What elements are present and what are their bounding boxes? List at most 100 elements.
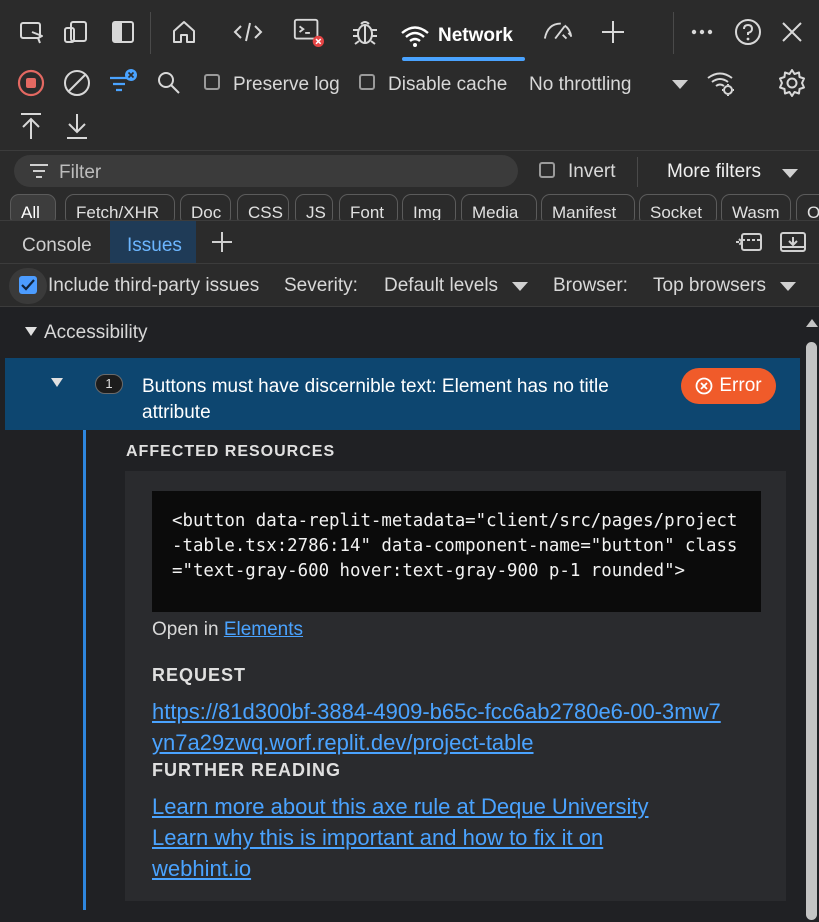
chip-font[interactable]: Font bbox=[339, 194, 398, 220]
filter-input[interactable]: Filter bbox=[14, 155, 518, 187]
expand-triangle-icon bbox=[51, 378, 63, 387]
scrollbar-thumb[interactable] bbox=[806, 342, 817, 920]
tab-issues[interactable]: Issues bbox=[127, 235, 182, 257]
bug-icon[interactable] bbox=[349, 16, 381, 48]
elements-link[interactable]: Elements bbox=[224, 619, 303, 640]
separator bbox=[150, 12, 151, 54]
tab-console[interactable]: Console bbox=[22, 235, 92, 257]
dock-side-icon[interactable] bbox=[107, 16, 139, 48]
request-heading: REQUEST bbox=[152, 665, 247, 685]
element-snippet: <button data-replit-metadata="client/src… bbox=[152, 491, 761, 612]
network-toolbar: Preserve log Disable cache No throttling bbox=[0, 62, 819, 104]
request-url-link[interactable]: https://81d300bf-3884-4909-b65c-fcc6ab27… bbox=[152, 696, 762, 758]
include-third-party-checkbox[interactable] bbox=[19, 276, 37, 294]
preserve-log-label: Preserve log bbox=[233, 74, 340, 95]
minimize-drawer-icon[interactable] bbox=[777, 229, 809, 255]
tab-network[interactable]: Network bbox=[400, 14, 525, 61]
console-error-icon[interactable] bbox=[292, 16, 324, 48]
clear-icon[interactable] bbox=[62, 68, 92, 98]
active-tab-indicator bbox=[402, 57, 525, 61]
export-har-icon[interactable] bbox=[62, 110, 92, 142]
webhint-link-line1: Learn why this is important and how to f… bbox=[152, 825, 604, 850]
chip-wasm[interactable]: Wasm bbox=[721, 194, 791, 220]
webhint-link-line2: webhint.io bbox=[152, 856, 252, 881]
more-filters-button[interactable]: More filters bbox=[667, 161, 761, 183]
open-in-label: Open in bbox=[152, 619, 219, 640]
separator bbox=[637, 157, 638, 187]
expand-triangle-icon bbox=[25, 327, 37, 336]
issue-row[interactable]: 1 Buttons must have discernible text: El… bbox=[5, 358, 800, 430]
chevron-down-icon[interactable] bbox=[672, 80, 688, 89]
request-url-line1: https://81d300bf-3884-4909-b65c-fcc6ab27… bbox=[152, 699, 721, 724]
issues-pane: Accessibility 1 Buttons must have discer… bbox=[0, 307, 802, 922]
filter-active-icon[interactable] bbox=[106, 66, 140, 98]
further-reading-heading: FURTHER READING bbox=[152, 760, 341, 780]
error-badge-label: Error bbox=[719, 375, 762, 396]
chevron-down-icon[interactable] bbox=[782, 169, 798, 178]
error-severity-badge: Error bbox=[681, 368, 776, 404]
wifi-icon bbox=[400, 24, 430, 48]
issue-details-indent-line bbox=[83, 430, 86, 910]
device-emulation-icon[interactable] bbox=[60, 16, 92, 48]
help-icon[interactable] bbox=[732, 16, 764, 48]
chip-socket[interactable]: Socket bbox=[639, 194, 717, 220]
error-icon bbox=[695, 377, 713, 395]
chevron-down-icon[interactable] bbox=[512, 282, 528, 291]
home-icon[interactable] bbox=[168, 16, 200, 48]
record-stop-icon[interactable] bbox=[16, 68, 46, 98]
more-options-icon[interactable] bbox=[686, 16, 718, 48]
drawer-tab-bar: Console Issues bbox=[0, 220, 819, 264]
filter-placeholder: Filter bbox=[59, 162, 102, 183]
network-toolbar-row2 bbox=[0, 104, 819, 150]
filter-icon bbox=[29, 163, 49, 179]
browser-select[interactable]: Top browsers bbox=[653, 275, 766, 297]
preserve-log-checkbox[interactable] bbox=[204, 74, 220, 90]
element-snippet-code: <button data-replit-metadata="client/src… bbox=[172, 511, 738, 581]
issue-category-accessibility[interactable]: Accessibility bbox=[0, 317, 802, 357]
search-icon[interactable] bbox=[154, 68, 184, 98]
chip-img[interactable]: Img bbox=[402, 194, 456, 220]
deque-link[interactable]: Learn more about this axe rule at Deque … bbox=[152, 791, 762, 822]
separator bbox=[673, 12, 674, 54]
webhint-link[interactable]: Learn why this is important and how to f… bbox=[152, 822, 762, 884]
chip-doc[interactable]: Doc bbox=[180, 194, 231, 220]
add-tab-icon[interactable] bbox=[597, 16, 629, 48]
devtools-tab-strip: Network bbox=[0, 0, 819, 62]
issue-title: Buttons must have discernible text: Elem… bbox=[142, 376, 609, 397]
chip-all[interactable]: All bbox=[10, 194, 56, 220]
chip-other[interactable]: O bbox=[796, 194, 819, 220]
open-in-elements: Open in Elements bbox=[152, 619, 303, 641]
issue-count-badge: 1 bbox=[95, 374, 123, 394]
invert-checkbox[interactable] bbox=[539, 162, 555, 178]
add-drawer-tab-icon[interactable] bbox=[208, 228, 236, 256]
resource-type-filters: All Fetch/XHR Doc CSS JS Font Img Media … bbox=[0, 192, 819, 220]
dock-drawer-icon[interactable] bbox=[733, 229, 765, 255]
chip-css[interactable]: CSS bbox=[237, 194, 289, 220]
inspect-element-icon[interactable] bbox=[16, 16, 48, 48]
severity-select[interactable]: Default levels bbox=[384, 275, 498, 297]
severity-label: Severity: bbox=[284, 275, 358, 296]
category-label: Accessibility bbox=[44, 322, 148, 343]
chip-manifest[interactable]: Manifest bbox=[541, 194, 635, 220]
performance-gauge-icon[interactable] bbox=[542, 16, 574, 48]
issues-options-bar: Include third-party issues Severity: Def… bbox=[0, 263, 819, 307]
settings-gear-icon[interactable] bbox=[776, 67, 808, 99]
affected-resources-heading: AFFECTED RESOURCES bbox=[126, 443, 336, 460]
close-icon[interactable] bbox=[776, 16, 808, 48]
import-har-icon[interactable] bbox=[16, 110, 46, 142]
request-url-line2: yn7a29zwq.worf.replit.dev/project-table bbox=[152, 730, 534, 755]
scroll-up-arrow-icon[interactable] bbox=[806, 319, 818, 327]
include-third-party-label: Include third-party issues bbox=[48, 275, 260, 296]
browser-label: Browser: bbox=[553, 275, 628, 296]
chip-js[interactable]: JS bbox=[295, 194, 333, 220]
elements-code-icon[interactable] bbox=[232, 16, 264, 48]
invert-label: Invert bbox=[568, 161, 616, 182]
chip-media[interactable]: Media bbox=[461, 194, 537, 220]
chevron-down-icon[interactable] bbox=[780, 282, 796, 291]
issue-title-continued: attribute bbox=[142, 402, 211, 423]
network-conditions-icon[interactable] bbox=[705, 68, 737, 98]
chip-fetch-xhr[interactable]: Fetch/XHR bbox=[65, 194, 175, 220]
disable-cache-checkbox[interactable] bbox=[359, 74, 375, 90]
filter-bar: Filter Invert More filters bbox=[0, 150, 819, 193]
throttling-select[interactable]: No throttling bbox=[529, 74, 631, 96]
